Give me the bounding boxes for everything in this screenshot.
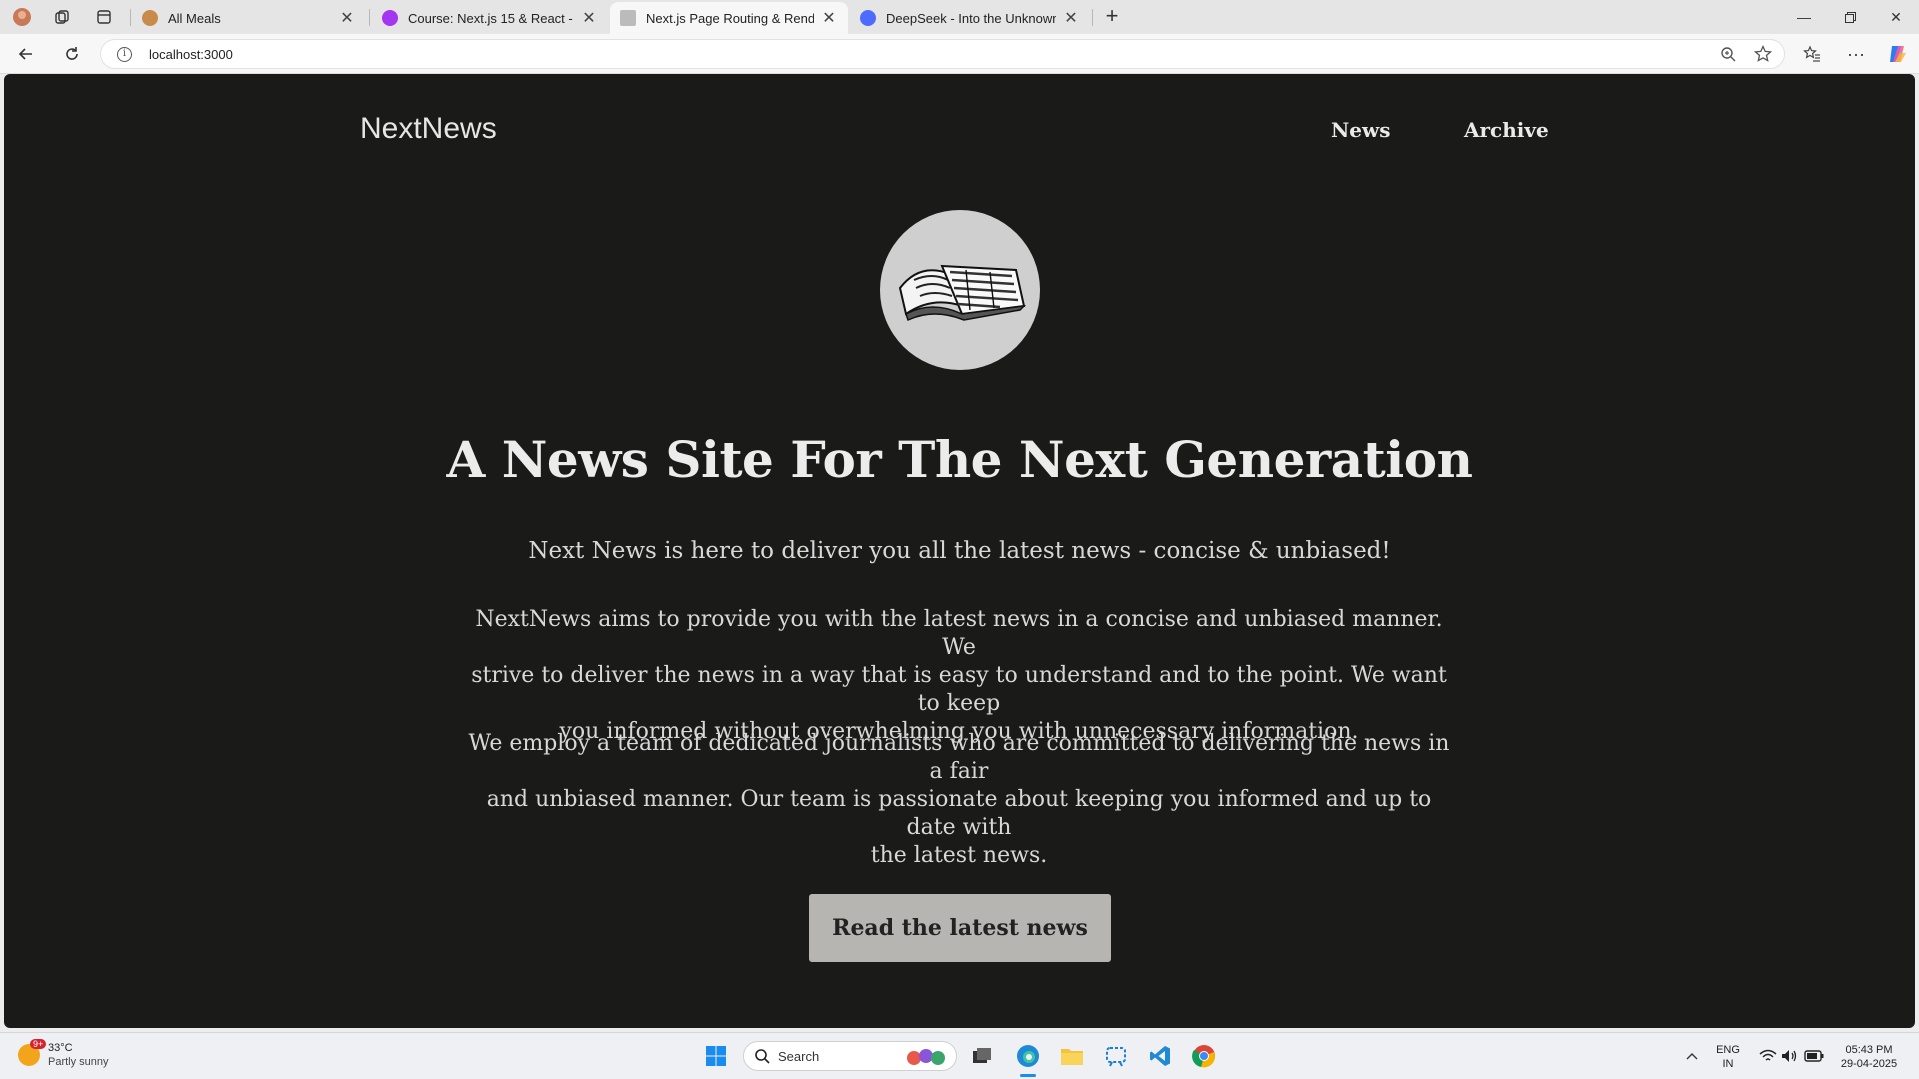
battery-icon[interactable] [1798, 1040, 1830, 1072]
chrome-icon[interactable] [1188, 1040, 1220, 1072]
site-info-icon[interactable]: i [117, 47, 132, 62]
close-window-button[interactable]: ✕ [1873, 0, 1919, 34]
page-viewport: NextNews News Archive A News Site For Th… [4, 74, 1915, 1028]
tab-favicon [142, 10, 158, 26]
weather-widget[interactable]: 9+ 33°C Partly sunny [18, 1039, 109, 1069]
paragraph-line: the latest news. [870, 843, 1048, 868]
tab-title: Course: Next.js 15 & React - The C [408, 10, 574, 26]
clock-date: 29-04-2025 [1840, 1058, 1898, 1070]
about-paragraph-2: We employ a team of dedicated journalist… [459, 730, 1459, 870]
close-tab-icon[interactable]: ✕ [820, 8, 838, 28]
workspaces-icon[interactable] [48, 4, 76, 30]
profile-avatar[interactable] [8, 4, 36, 30]
tab-favicon [620, 10, 636, 26]
tab-nextjs-routing[interactable]: Next.js Page Routing & Rendering ✕ [610, 2, 848, 34]
paragraph-line: and unbiased manner. Our team is passion… [486, 787, 1432, 840]
tab-nextjs-course[interactable]: Course: Next.js 15 & React - The C ✕ [372, 2, 608, 34]
nav-link-archive[interactable]: Archive [1464, 118, 1549, 142]
tab-actions-icon[interactable] [90, 4, 118, 30]
tab-title: DeepSeek - Into the Unknown [886, 10, 1056, 26]
start-button[interactable] [700, 1040, 732, 1072]
browser-tab-strip: All Meals ✕ Course: Next.js 15 & React -… [0, 0, 1919, 34]
tab-favicon [860, 10, 876, 26]
vscode-icon[interactable] [1144, 1040, 1176, 1072]
tab-favicon [382, 10, 398, 26]
new-tab-button[interactable]: + [1099, 4, 1125, 30]
search-highlight-icon [904, 1046, 948, 1073]
edge-browser-icon[interactable] [1012, 1040, 1044, 1077]
notification-badge: 9+ [30, 1039, 47, 1049]
url-text[interactable]: localhost:3000 [149, 47, 233, 62]
restore-button[interactable] [1827, 0, 1873, 34]
search-icon [754, 1048, 770, 1069]
close-tab-icon[interactable]: ✕ [1062, 8, 1080, 28]
address-bar[interactable]: i localhost:3000 [100, 39, 1785, 69]
close-tab-icon[interactable]: ✕ [338, 8, 356, 28]
clock[interactable]: 05:43 PM 29-04-2025 [1832, 1043, 1906, 1071]
zoom-icon[interactable] [1720, 46, 1736, 67]
favorites-icon[interactable] [1798, 40, 1826, 68]
taskbar-search[interactable]: Search [743, 1041, 957, 1071]
partly-sunny-icon: 9+ [18, 1039, 47, 1066]
nav-link-news[interactable]: News [1331, 118, 1390, 142]
refresh-button[interactable] [58, 40, 86, 68]
back-button[interactable] [12, 40, 40, 68]
show-hidden-icons-chevron[interactable] [1676, 1040, 1708, 1072]
task-view-icon[interactable] [966, 1040, 998, 1072]
hero-title: A News Site For The Next Generation [446, 430, 1473, 489]
language-indicator[interactable]: ENG IN [1713, 1043, 1743, 1071]
paragraph-line: We employ a team of dedicated journalist… [468, 731, 1450, 784]
about-paragraph-1: NextNews aims to provide you with the la… [459, 606, 1459, 746]
browser-toolbar: i localhost:3000 ··· [0, 34, 1919, 74]
favorite-star-icon[interactable] [1753, 44, 1773, 68]
newspaper-image [880, 210, 1040, 370]
hero-lead: Next News is here to deliver you all the… [528, 538, 1391, 564]
snipping-tool-icon[interactable] [1100, 1040, 1132, 1072]
copilot-icon[interactable] [1884, 40, 1912, 68]
search-label: Search [778, 1049, 820, 1064]
tab-all-meals[interactable]: All Meals ✕ [132, 2, 366, 34]
more-menu-icon[interactable]: ··· [1842, 40, 1870, 68]
weather-temp: 33°C [48, 1042, 73, 1054]
clock-time: 05:43 PM [1845, 1044, 1893, 1056]
language-code: ENG [1716, 1044, 1740, 1056]
weather-condition: Partly sunny [48, 1056, 109, 1068]
windows-taskbar: 9+ 33°C Partly sunny Search ENG IN 05:43… [0, 1032, 1919, 1079]
region-code: IN [1722, 1058, 1734, 1070]
site-logo[interactable]: NextNews [360, 112, 497, 146]
file-explorer-icon[interactable] [1056, 1040, 1088, 1072]
minimize-button[interactable]: — [1781, 0, 1827, 34]
close-tab-icon[interactable]: ✕ [580, 8, 598, 28]
tab-title: Next.js Page Routing & Rendering [646, 10, 814, 26]
tab-title: All Meals [168, 10, 221, 26]
read-latest-news-button[interactable]: Read the latest news [809, 894, 1111, 962]
paragraph-line: NextNews aims to provide you with the la… [475, 607, 1443, 660]
paragraph-line: strive to deliver the news in a way that… [471, 663, 1447, 716]
tab-deepseek[interactable]: DeepSeek - Into the Unknown ✕ [850, 2, 1090, 34]
